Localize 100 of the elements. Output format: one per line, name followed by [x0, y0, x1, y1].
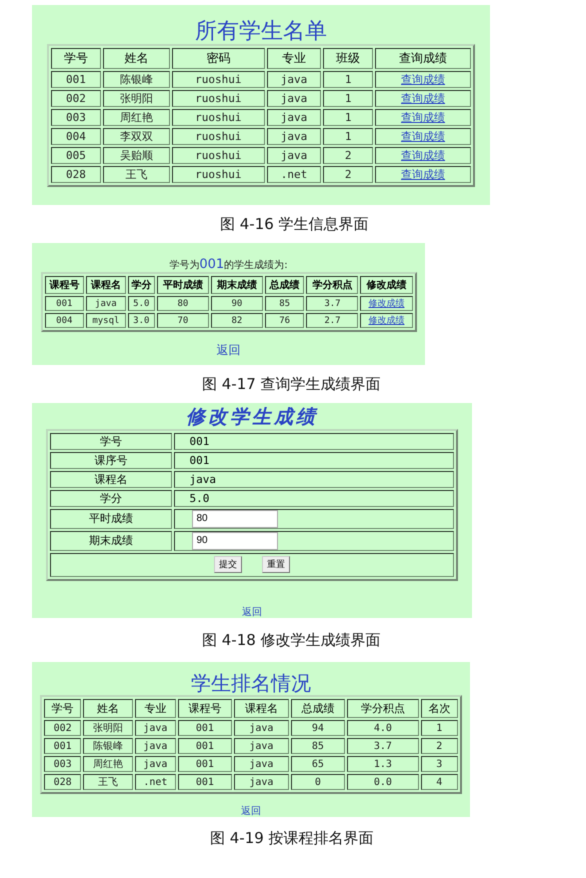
table-cell: 002 [51, 90, 101, 108]
field-label: 学号 [50, 432, 172, 450]
table-cell: 90 [210, 296, 263, 311]
table-cell: mysql [86, 313, 126, 328]
figure-caption: 图 4-19 按课程排名界面 [210, 828, 375, 848]
column-header: 学分 [128, 276, 155, 294]
column-header: 名次 [420, 699, 458, 718]
page-title: 修改学生成绩 [186, 407, 318, 429]
table-cell: java [234, 774, 289, 790]
table-link[interactable]: 查询成绩 [375, 128, 471, 146]
field-label: 期末成绩 [50, 530, 172, 551]
table-cell: 2 [323, 166, 374, 184]
back-link[interactable]: 返回 [216, 342, 240, 359]
table-cell: 004 [44, 313, 84, 328]
input-field[interactable]: 80 [192, 510, 278, 528]
back-link[interactable]: 返回 [241, 804, 261, 818]
column-header: 平时成绩 [156, 276, 209, 294]
table-cell: 0 [290, 774, 346, 790]
column-header: 学号 [51, 48, 101, 70]
table-cell: 005 [51, 147, 101, 164]
figure-caption: 图 4-18 修改学生成绩界面 [202, 630, 382, 650]
field-value: 001 [174, 432, 454, 450]
table-cell: 94 [290, 720, 346, 736]
table-cell: java [266, 109, 322, 126]
table-cell: 张明阳 [102, 90, 170, 108]
table-cell: java [135, 738, 176, 754]
table-cell: 陈银峰 [83, 738, 134, 754]
table-cell: java [266, 147, 322, 164]
field-value: 001 [174, 452, 454, 469]
table-cell: 80 [156, 296, 209, 311]
table-cell: 吴贻顺 [102, 147, 170, 164]
table-cell: 001 [178, 720, 232, 736]
table-cell: 1 [323, 90, 374, 108]
table-cell: java [135, 720, 176, 736]
field-value: java [174, 470, 454, 488]
table-cell: java [234, 720, 289, 736]
table-cell: 0.0 [347, 774, 419, 790]
column-header: 修改成绩 [360, 276, 412, 294]
table-cell: 李双双 [102, 128, 170, 146]
table-cell: 1 [420, 720, 458, 736]
form-button[interactable]: 重置 [262, 556, 290, 574]
input-field[interactable]: 90 [192, 532, 278, 550]
table-link[interactable]: 查询成绩 [375, 109, 471, 126]
table-cell: 82 [210, 313, 263, 328]
table-cell: ruoshui [172, 71, 265, 88]
table-cell: java [234, 738, 289, 754]
table-link[interactable]: 修改成绩 [360, 313, 412, 328]
figure-caption: 图 4-17 查询学生成绩界面 [202, 374, 382, 394]
table-cell: 001 [44, 738, 82, 754]
back-link[interactable]: 返回 [242, 604, 262, 619]
table-link[interactable]: 查询成绩 [375, 90, 471, 108]
page-title: 学生排名情况 [191, 672, 311, 695]
table-cell: 028 [44, 774, 82, 790]
column-header: 姓名 [102, 48, 170, 70]
column-header: 课程名 [86, 276, 126, 294]
table-link[interactable]: 查询成绩 [375, 147, 471, 164]
table-cell: 4 [420, 774, 458, 790]
table-cell: 1.3 [347, 756, 419, 772]
table-cell: ruoshui [172, 109, 265, 126]
table-cell: 1 [323, 109, 374, 126]
table-cell: 004 [51, 128, 101, 146]
table-link[interactable]: 修改成绩 [360, 296, 412, 311]
table-cell: 85 [264, 296, 304, 311]
table-link[interactable]: 查询成绩 [375, 166, 471, 184]
column-header: 查询成绩 [375, 48, 471, 70]
field-value: 5.0 [174, 490, 454, 507]
table-cell: 003 [44, 756, 82, 772]
table-cell: 2.7 [306, 313, 358, 328]
table-cell: java [135, 756, 176, 772]
table-cell: .net [266, 166, 322, 184]
table-cell: 002 [44, 720, 82, 736]
column-header: 专业 [135, 699, 176, 718]
column-header: 学分积点 [347, 699, 419, 718]
column-header: 总成绩 [290, 699, 346, 718]
table-cell: 1 [323, 71, 374, 88]
form-button[interactable]: 提交 [214, 556, 242, 574]
column-header: 期末成绩 [210, 276, 263, 294]
table-cell: 001 [178, 774, 232, 790]
table-cell: 001 [178, 738, 232, 754]
column-header: 总成绩 [264, 276, 304, 294]
table-cell: 001 [51, 71, 101, 88]
column-header: 姓名 [83, 699, 134, 718]
table-cell: ruoshui [172, 147, 265, 164]
table-cell: 2 [323, 147, 374, 164]
field-label: 课序号 [50, 452, 172, 469]
column-header: 学分积点 [306, 276, 358, 294]
table-cell: 1 [323, 128, 374, 146]
table-cell: ruoshui [172, 128, 265, 146]
table-cell: java [86, 296, 126, 311]
table-cell: 65 [290, 756, 346, 772]
table-cell: 2 [420, 738, 458, 754]
table-cell: 85 [290, 738, 346, 754]
table-cell: java [234, 756, 289, 772]
table-cell: .net [135, 774, 176, 790]
figure-caption: 图 4-16 学生信息界面 [220, 214, 370, 234]
column-header: 学号 [44, 699, 82, 718]
table-cell: 3 [420, 756, 458, 772]
table-cell: 张明阳 [83, 720, 134, 736]
table-cell: 周红艳 [83, 756, 134, 772]
table-link[interactable]: 查询成绩 [375, 71, 471, 88]
